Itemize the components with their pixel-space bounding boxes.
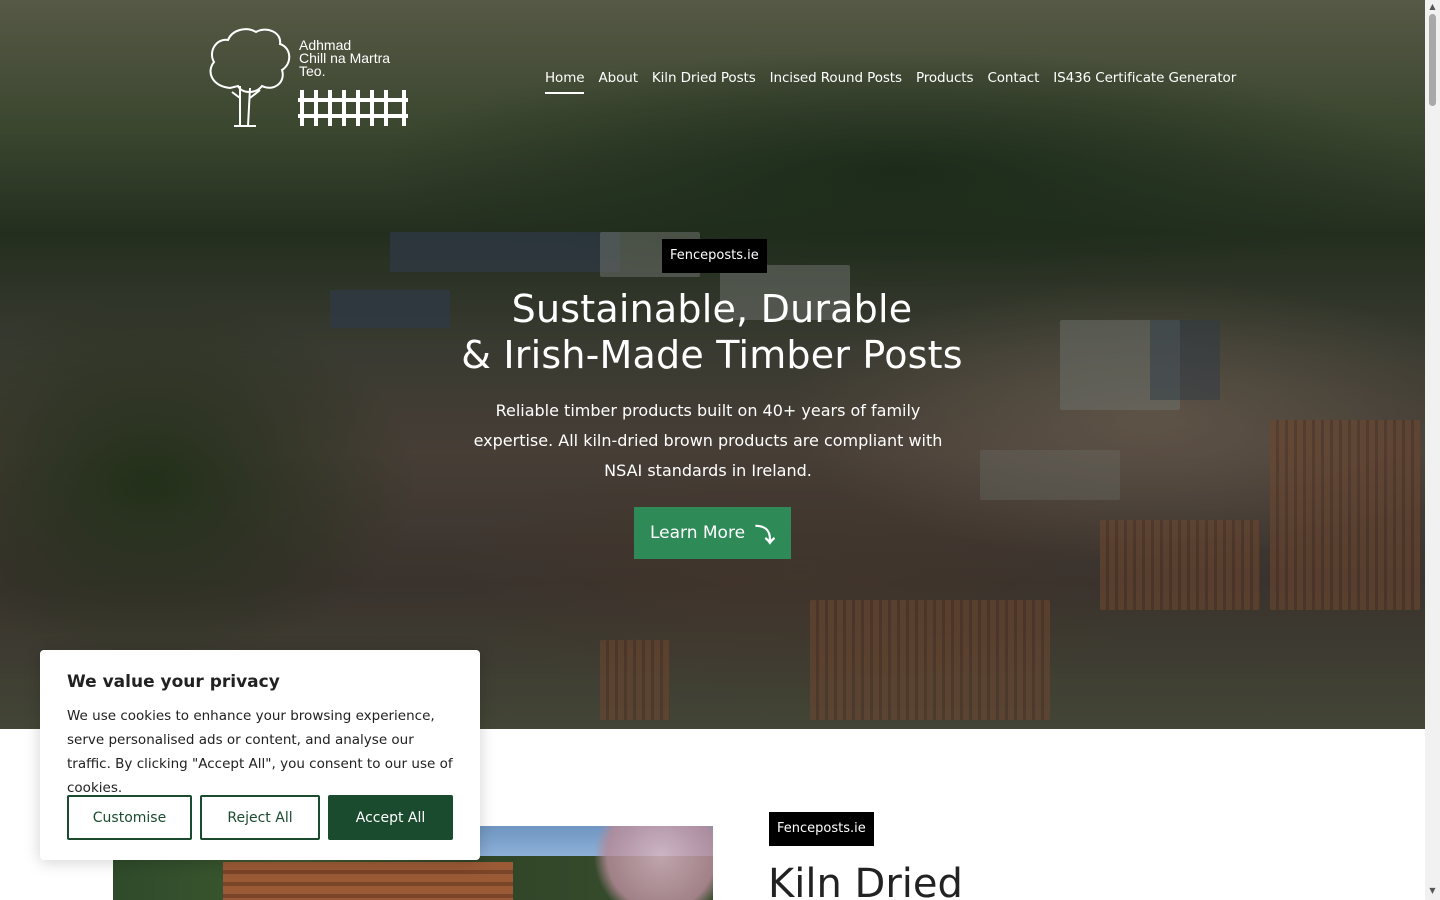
hero-title-line-2: & Irish-Made Timber Posts [461,333,963,377]
hero-subtitle: Reliable timber products built on 40+ ye… [473,401,943,480]
reject-all-button[interactable]: Reject All [200,795,320,840]
hero-title-line-1: Sustainable, Durable [511,287,913,331]
nav-item-contact[interactable]: Contact [987,70,1039,94]
learn-more-label: Learn More [649,523,746,543]
nav-item-incised-round-posts[interactable]: Incised Round Posts [770,70,902,94]
cookie-title: We value your privacy [67,672,280,692]
learn-more-button[interactable]: Learn More ⤵ [634,507,791,559]
scroll-down-icon[interactable]: ▼ [1428,886,1437,895]
hero-title: Sustainable, Durable & Irish-Made Timber… [412,286,1012,378]
main-nav: Home About Kiln Dried Posts Incised Roun… [545,70,1236,94]
customise-button[interactable]: Customise [67,795,192,840]
logo-text: Adhmad Chill na Martra Teo. [299,38,390,79]
cookie-buttons: Customise Reject All Accept All [67,795,453,840]
arrow-down-icon: ⤵ [755,522,776,547]
scroll-up-icon[interactable]: ▲ [1428,2,1437,11]
hero-tag: Fenceposts.ie [662,239,767,273]
logo-line-3: Teo. [299,63,326,79]
nav-item-kiln-dried-posts[interactable]: Kiln Dried Posts [652,70,756,94]
cookie-text: We use cookies to enhance your browsing … [67,708,453,796]
section-tag: Fenceposts.ie [769,812,874,846]
nav-item-products[interactable]: Products [916,70,974,94]
nav-item-home[interactable]: Home [545,70,585,94]
nav-item-certificate-generator[interactable]: IS436 Certificate Generator [1053,70,1236,94]
scrollbar-thumb[interactable] [1429,14,1436,106]
cookie-consent-banner: We value your privacy We use cookies to … [40,650,480,860]
section-title: Kiln Dried [768,861,963,900]
accept-all-button[interactable]: Accept All [328,795,453,840]
nav-item-about[interactable]: About [598,70,638,94]
page-scrollbar[interactable] [1425,0,1440,900]
